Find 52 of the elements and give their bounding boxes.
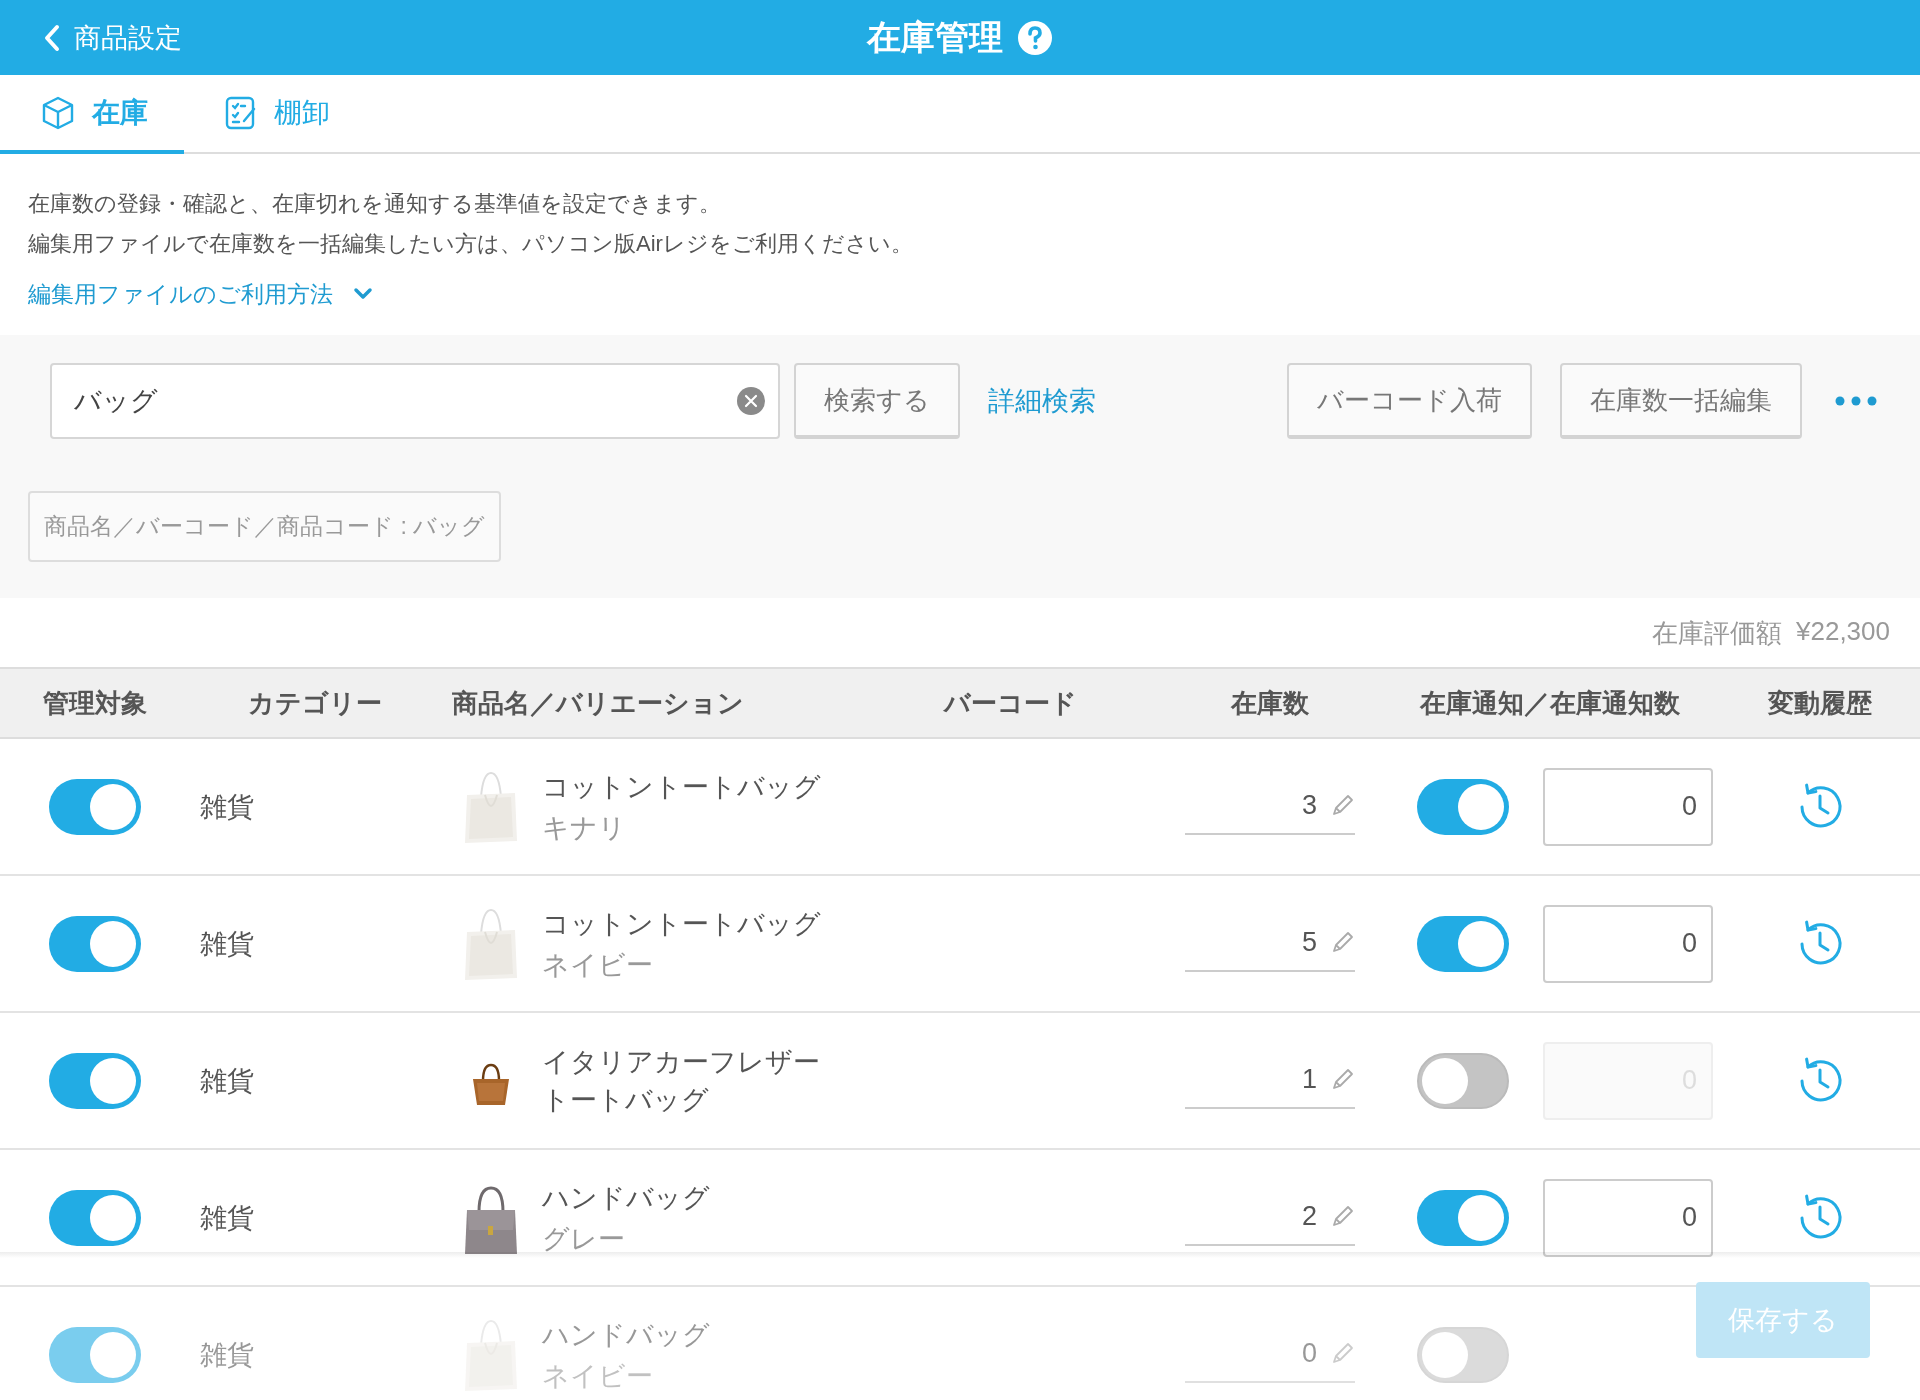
page-title: 在庫管理 xyxy=(867,16,1003,58)
total-value: ¥22,300 xyxy=(1796,616,1890,648)
notify-count-field[interactable]: 0 xyxy=(1543,904,1713,983)
variation-text: ネイビー xyxy=(542,1359,654,1393)
stock-field[interactable]: 3 xyxy=(1185,778,1355,835)
more-icon[interactable] xyxy=(1834,395,1878,407)
notify-count-field[interactable]: 0 xyxy=(1543,767,1713,846)
box-icon xyxy=(40,94,76,131)
action-button[interactable]: バーコード入荷 xyxy=(1287,363,1532,439)
category-text: 雑貨 xyxy=(199,1338,255,1372)
tab[interactable]: 棚卸 xyxy=(184,75,366,154)
tab[interactable]: 在庫 xyxy=(0,75,184,154)
search-field[interactable]: バッグ xyxy=(50,363,780,439)
column-header: バーコード xyxy=(942,686,1078,720)
chevron-left-icon xyxy=(44,23,60,52)
category-text: 雑貨 xyxy=(199,927,255,961)
chevron-down-icon xyxy=(353,287,373,301)
variation-text: ネイビー xyxy=(542,948,654,982)
description-text: 編集用ファイルで在庫数を一括編集したい方は、パソコン版Airレジをご利用ください。 xyxy=(28,230,914,258)
clear-icon[interactable] xyxy=(736,386,766,416)
action-button[interactable]: 在庫数一括編集 xyxy=(1560,363,1802,439)
total-label: 在庫評価額 xyxy=(1652,617,1782,650)
advanced-search-link[interactable]: 詳細検索 xyxy=(988,383,1096,419)
category-text: 雑貨 xyxy=(199,1064,255,1098)
back-button[interactable]: 商品設定 xyxy=(40,15,186,60)
notify-count-field[interactable]: 0 xyxy=(1543,1178,1713,1257)
column-header: 在庫通知／在庫通知数 xyxy=(1418,686,1681,720)
checklist-icon xyxy=(224,94,258,131)
product-name: ハンドバッグ xyxy=(542,1318,710,1352)
toggle-switch[interactable] xyxy=(1417,1052,1509,1109)
stock-field[interactable]: 2 xyxy=(1185,1189,1355,1246)
product-name: ハンドバッグ xyxy=(542,1181,710,1215)
help-icon[interactable] xyxy=(1017,19,1053,56)
product-name: イタリアカーフレザートートバッグ xyxy=(542,1045,821,1117)
filter-chip: 商品名／バーコード／商品コード : バッグ xyxy=(28,491,502,562)
variation-text: グレー xyxy=(542,1222,626,1256)
product-name: コットントートバッグ xyxy=(542,770,821,804)
variation-text: キナリ xyxy=(542,811,627,845)
column-header: 管理対象 xyxy=(42,686,148,720)
column-header: 在庫数 xyxy=(1229,686,1310,720)
category-text: 雑貨 xyxy=(199,1201,255,1235)
stock-field[interactable]: 5 xyxy=(1185,915,1355,972)
description-text: 在庫数の登録・確認と、在庫切れを通知する基準値を設定できます。 xyxy=(28,190,722,218)
stock-field[interactable]: 0 xyxy=(1185,1326,1355,1383)
column-header: カテゴリー xyxy=(247,686,383,720)
stock-field[interactable]: 1 xyxy=(1185,1052,1355,1109)
help-link[interactable]: 編集用ファイルのご利用方法 xyxy=(28,274,373,314)
product-name: コットントートバッグ xyxy=(542,907,821,941)
column-header: 商品名／バリエーション xyxy=(451,686,745,720)
column-header: 変動履歴 xyxy=(1767,686,1873,720)
search-button[interactable]: 検索する xyxy=(794,363,960,439)
category-text: 雑貨 xyxy=(199,790,255,824)
